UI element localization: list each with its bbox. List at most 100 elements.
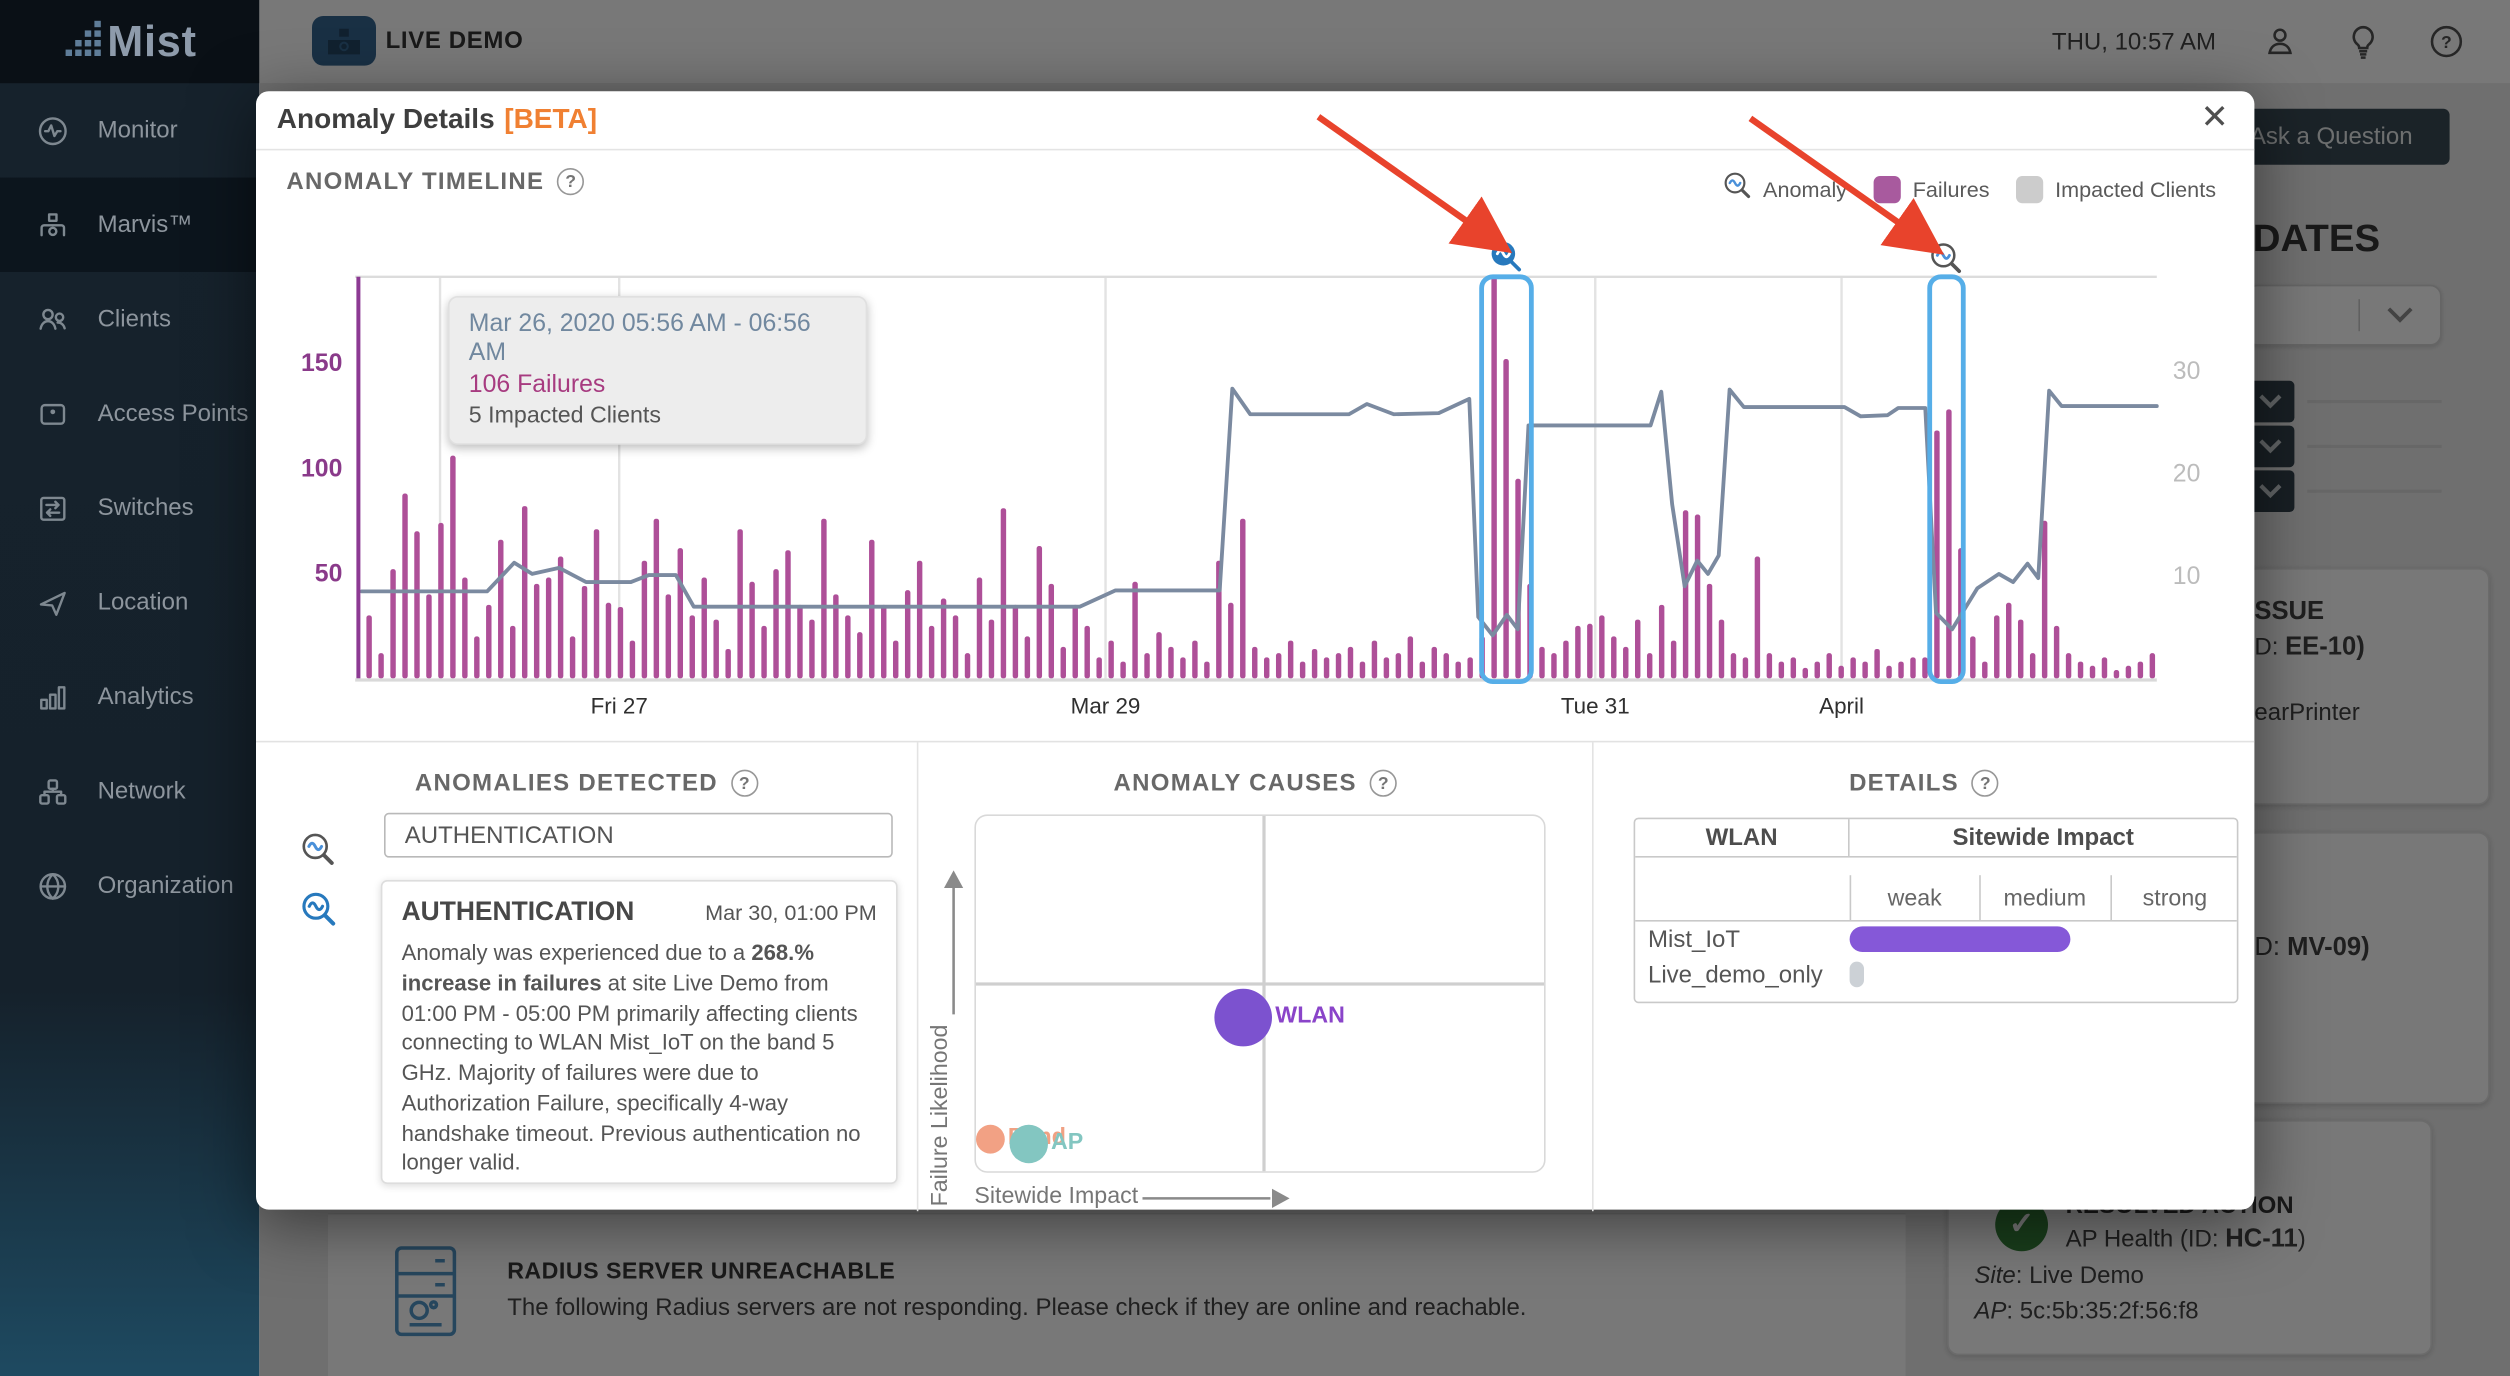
anomaly-marker-icon[interactable]: [1930, 242, 1964, 284]
anomaly-causes-section: ANOMALY CAUSES? Failure Likelihood WLANB…: [917, 742, 1592, 1211]
globe-icon: [35, 868, 70, 903]
anomaly-card-title: AUTHENTICATION: [402, 898, 635, 928]
details-section: DETAILS? WLAN Sitewide Impact weakmedium…: [1592, 742, 2254, 1211]
cause-bubble-label: AP: [1051, 1130, 1083, 1156]
svg-text:30: 30: [2173, 358, 2201, 385]
sidebar-item-location[interactable]: Location: [0, 555, 259, 649]
access-point-icon: [35, 396, 70, 431]
details-row-mist_iot: Mist_IoT: [1635, 922, 2237, 957]
anomalies-detected-heading: ANOMALIES DETECTED?: [256, 770, 917, 797]
sidebar-item-label: Monitor: [98, 117, 178, 144]
anomaly-type-icon[interactable]: [301, 832, 336, 875]
anomaly-type-dropdown[interactable]: AUTHENTICATION: [384, 813, 893, 858]
wlan-name: Live_demo_only: [1635, 961, 1849, 988]
legend-label: Impacted Clients: [2055, 178, 2216, 202]
mist-logo[interactable]: Mist: [0, 0, 259, 83]
bar-chart-icon: [35, 679, 70, 714]
sidebar-item-label: Location: [98, 589, 189, 616]
anomaly-glass-icon: [1723, 171, 1752, 208]
x-axis-label: Sitewide Impact: [974, 1184, 1138, 1210]
modal-header: Anomaly Details[BETA] ✕: [256, 91, 2254, 150]
timeline-heading: ANOMALY TIMELINE?: [286, 168, 584, 195]
svg-text:April: April: [1819, 694, 1864, 719]
sidebar-item-switches[interactable]: Switches: [0, 461, 259, 555]
help-icon[interactable]: ?: [557, 168, 584, 195]
sidebar-item-label: Switches: [98, 494, 194, 521]
beta-badge: [BETA]: [504, 102, 597, 134]
anomalies-detected-section: ANOMALIES DETECTED? AUTHENTICATION AUTHE…: [256, 742, 917, 1211]
cause-bubble-ap[interactable]: [1009, 1125, 1047, 1163]
app-root: LIVE DEMO THU, 10:57 AM ? RADIUS SERVER …: [0, 0, 2510, 1376]
sidebar-item-network[interactable]: Network: [0, 744, 259, 838]
sidebar-item-analytics[interactable]: Analytics: [0, 650, 259, 744]
causes-quadrant-chart[interactable]: WLANBandAP: [974, 814, 1545, 1172]
sidebar-item-monitor[interactable]: Monitor: [0, 83, 259, 177]
sidebar-item-label: Clients: [98, 306, 171, 333]
impact-bar: [1850, 926, 2071, 952]
anomaly-causes-heading: ANOMALY CAUSES?: [918, 770, 1592, 797]
sidebar-item-label: Access Points: [98, 400, 249, 427]
details-col-impact: Sitewide Impact: [1850, 819, 2237, 856]
sidebar-item-label: Marvis™: [98, 211, 193, 238]
location-icon: [35, 585, 70, 620]
quadrant-hline: [976, 982, 1544, 984]
legend-swatch: [2017, 176, 2044, 203]
legend-item-failures[interactable]: Failures: [1874, 176, 1989, 203]
sidebar-item-label: Organization: [98, 872, 234, 899]
wlan-name: Mist_IoT: [1635, 926, 1849, 953]
anomaly-card-body: Anomaly was experienced due to a 268.% i…: [402, 939, 877, 1179]
cause-bubble-label: WLAN: [1275, 1003, 1345, 1029]
svg-text:50: 50: [315, 560, 343, 587]
close-icon[interactable]: ✕: [2201, 98, 2229, 138]
anomaly-timeline-chart[interactable]: 50 100 150 10 20 30 Fri 27 Mar 29 Tue 31 April Ma…: [256, 270, 2254, 750]
svg-text:150: 150: [301, 350, 342, 377]
tooltip-failures: 106 Failures: [469, 371, 847, 400]
y-axis-label: Failure Likelihood: [928, 998, 954, 1206]
cause-bubble-wlan[interactable]: [1215, 989, 1273, 1047]
details-col-wlan: WLAN: [1635, 819, 1849, 856]
svg-text:20: 20: [2173, 461, 2201, 488]
svg-text:Tue 31: Tue 31: [1561, 694, 1630, 719]
tooltip-impacted: 5 Impacted Clients: [469, 403, 847, 429]
svg-text:100: 100: [301, 455, 342, 482]
x-axis-arrow-icon: [1142, 1187, 1289, 1209]
sidebar-item-clients[interactable]: Clients: [0, 272, 259, 366]
legend-item-anomaly[interactable]: Anomaly: [1723, 171, 1847, 208]
legend-label: Failures: [1913, 178, 1990, 202]
help-icon[interactable]: ?: [1370, 770, 1397, 797]
sidebar-item-label: Network: [98, 778, 186, 805]
quadrant-vline: [1262, 816, 1264, 1171]
clients-icon: [35, 302, 70, 337]
impact-bar: [1850, 962, 1864, 988]
sidebar-item-organization[interactable]: Organization: [0, 838, 259, 932]
details-heading: DETAILS?: [1594, 770, 2255, 797]
anomaly-card-timestamp: Mar 30, 01:00 PM: [705, 901, 877, 925]
impact-subheader-strong: strong: [2110, 886, 2240, 912]
anomaly-details-modal: Anomaly Details[BETA] ✕ ANOMALY TIMELINE…: [256, 91, 2254, 1209]
svg-text:Mar 29: Mar 29: [1071, 694, 1141, 719]
legend-swatch: [1874, 176, 1901, 203]
help-icon[interactable]: ?: [731, 770, 758, 797]
chart-tooltip: Mar 26, 2020 05:56 AM - 06:56 AM 106 Fai…: [448, 296, 867, 445]
svg-text:Fri 27: Fri 27: [591, 694, 648, 719]
sidebar-item-label: Analytics: [98, 683, 194, 710]
sidebar-item-marvis[interactable]: Marvis™: [0, 178, 259, 272]
help-icon[interactable]: ?: [1972, 770, 1999, 797]
network-icon: [35, 774, 70, 809]
svg-text:10: 10: [2173, 563, 2201, 590]
switch-icon: [35, 490, 70, 525]
legend-label: Anomaly: [1763, 178, 1847, 202]
mist-logo-dots-icon: [62, 18, 104, 66]
impact-subheader-medium: medium: [1980, 886, 2110, 912]
anomaly-card[interactable]: AUTHENTICATION Mar 30, 01:00 PM Anomaly …: [381, 880, 898, 1184]
modal-title: Anomaly Details[BETA]: [277, 102, 597, 136]
monitor-icon: [35, 113, 70, 148]
sidebar-item-access-points[interactable]: Access Points: [0, 366, 259, 460]
anomaly-marker-selected-icon[interactable]: [1490, 240, 1524, 282]
legend-item-impacted-clients[interactable]: Impacted Clients: [2017, 176, 2216, 203]
cause-bubble-band[interactable]: [976, 1124, 1005, 1153]
anomaly-type-icon-selected[interactable]: [301, 891, 338, 936]
details-row-live_demo_only: Live_demo_only: [1635, 957, 2237, 992]
marvis-icon: [35, 207, 70, 242]
y-axis-arrow-icon: [942, 870, 964, 1017]
